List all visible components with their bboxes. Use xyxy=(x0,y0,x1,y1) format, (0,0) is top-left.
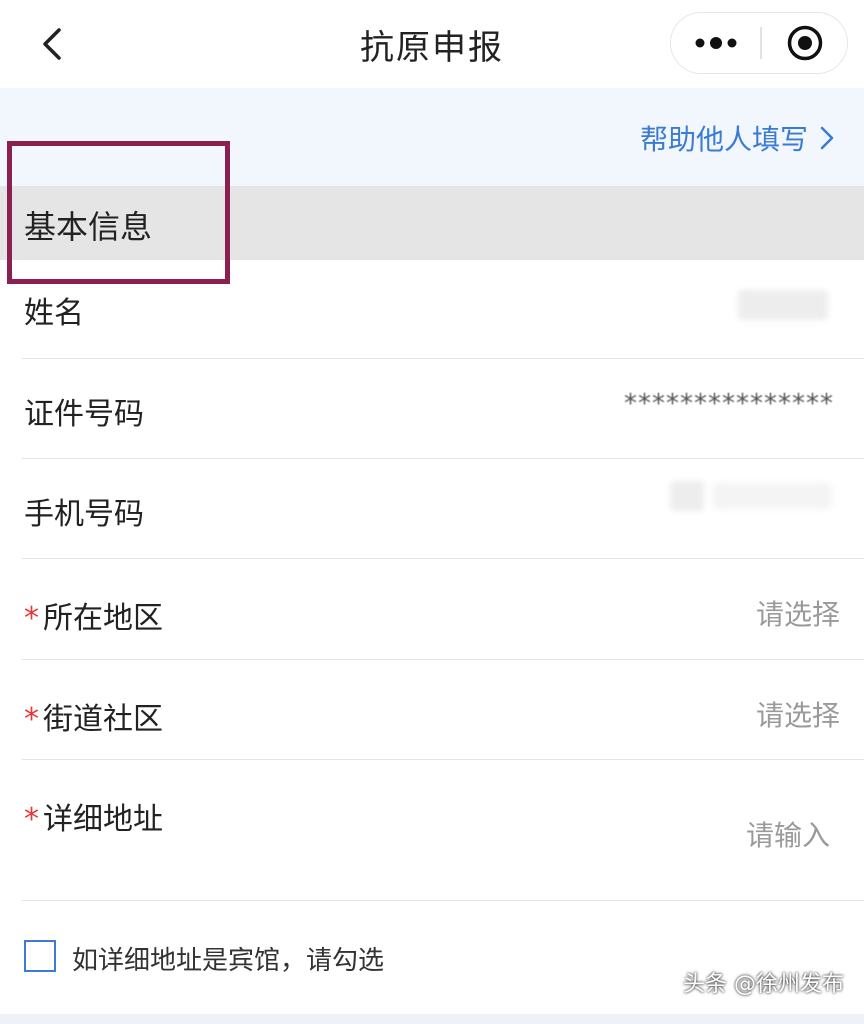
phone-value-redacted xyxy=(670,481,704,511)
target-close-icon xyxy=(787,25,823,61)
address-label: * 详细地址 xyxy=(24,794,163,838)
region-label: * 所在地区 xyxy=(24,593,163,637)
navbar: 抗原申报 xyxy=(0,0,864,88)
region-select[interactable]: 请选择 xyxy=(756,593,840,633)
row-divider xyxy=(22,899,864,901)
form-row-region[interactable]: * 所在地区 请选择 xyxy=(0,559,864,660)
name-label: 姓名 xyxy=(24,296,84,331)
close-button[interactable] xyxy=(763,13,847,73)
watermark: 头条 @徐州发布 xyxy=(683,972,844,997)
help-others-label: 帮助他人填写 xyxy=(639,123,808,156)
form-row-street[interactable]: * 街道社区 请选择 xyxy=(0,660,864,760)
mini-program-capsule xyxy=(670,12,848,74)
help-bar: 帮助他人填写 xyxy=(0,88,864,186)
street-select[interactable]: 请选择 xyxy=(756,694,840,734)
form-row-name[interactable]: 姓名 xyxy=(0,260,864,359)
section-title: 基本信息 xyxy=(24,208,153,246)
form-row-phone[interactable]: 手机号码 xyxy=(0,459,864,559)
street-label: * 街道社区 xyxy=(24,694,163,738)
id-number-label: 证件号码 xyxy=(24,397,144,432)
phone-value-redacted-2 xyxy=(712,483,832,509)
form-row-address[interactable]: * 详细地址 请输入 xyxy=(0,760,864,901)
hotel-checkbox-row: 如详细地址是宾馆，请勾选 头条 @徐州发布 xyxy=(0,902,864,1014)
bottom-strip xyxy=(0,1014,864,1024)
address-input[interactable]: 请输入 xyxy=(746,814,830,854)
address-label-text: 详细地址 xyxy=(43,802,163,837)
street-label-text: 街道社区 xyxy=(43,702,163,737)
required-mark: * xyxy=(24,802,39,837)
hotel-checkbox[interactable] xyxy=(24,940,56,972)
help-others-link[interactable]: 帮助他人填写 xyxy=(640,118,834,158)
form-row-id-number[interactable]: 证件号码 *************** xyxy=(0,359,864,459)
region-label-text: 所在地区 xyxy=(43,601,163,636)
hotel-checkbox-label[interactable]: 如详细地址是宾馆，请勾选 xyxy=(72,940,384,977)
more-dots-icon xyxy=(695,37,736,49)
chevron-right-icon xyxy=(820,126,834,150)
name-value-redacted xyxy=(738,290,828,320)
capsule-divider xyxy=(760,27,762,59)
id-number-value: *************** xyxy=(624,389,834,419)
required-mark: * xyxy=(24,601,39,636)
more-button[interactable] xyxy=(671,13,760,73)
section-header: 基本信息 xyxy=(0,186,864,260)
required-mark: * xyxy=(24,702,39,737)
phone-label: 手机号码 xyxy=(24,497,144,532)
